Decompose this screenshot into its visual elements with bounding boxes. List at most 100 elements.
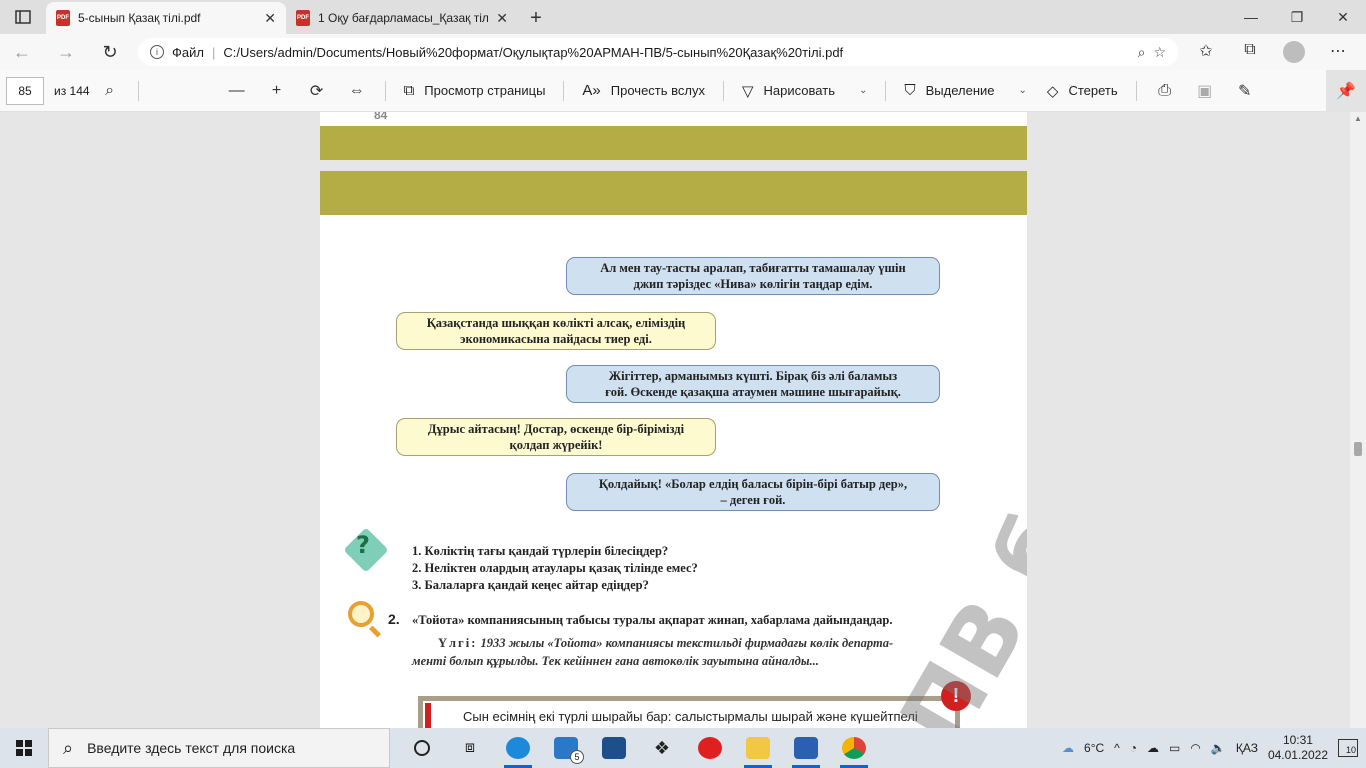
- zoom-out-icon[interactable]: —: [217, 82, 257, 100]
- print-icon[interactable]: ⎙: [1145, 82, 1185, 100]
- tab-pdf-kazakh[interactable]: PDF 5-сынып Қазақ тілі.pdf ✕: [46, 2, 286, 34]
- forward-button[interactable]: →: [44, 34, 88, 70]
- weather-icon[interactable]: ☁: [1062, 741, 1074, 755]
- pin-toolbar-button[interactable]: 📌: [1326, 69, 1366, 112]
- weather-temp[interactable]: 6°C: [1084, 741, 1104, 755]
- refresh-button[interactable]: ↻: [88, 34, 132, 70]
- rule-box: Сын есімнің екі түрлі шырайы бар: салыст…: [418, 696, 960, 728]
- read-aloud-button[interactable]: A» Прочесть вслух: [572, 82, 715, 99]
- notifications-icon[interactable]: 10: [1338, 739, 1358, 757]
- avatar: [1283, 41, 1305, 63]
- close-tab-icon[interactable]: ✕: [264, 10, 276, 27]
- highlight-button[interactable]: ⛉ Выделение ⌄: [894, 82, 1037, 99]
- pdf-file-icon: PDF: [296, 10, 310, 26]
- bubble-line: Дұрыс айтасың! Достар, өскенде бір-бірім…: [427, 422, 685, 436]
- search-placeholder: Введите здесь текст для поиска: [87, 740, 296, 756]
- edge-app-icon[interactable]: [494, 728, 542, 768]
- highlight-label: Выделение: [925, 83, 995, 98]
- current-page: Ал мен тау-тасты аралап, табиғатты тамаш…: [320, 171, 1027, 728]
- word-app-icon[interactable]: [782, 728, 830, 768]
- bitrix-app-icon[interactable]: [590, 728, 638, 768]
- erase-label: Стереть: [1068, 83, 1118, 98]
- vertical-scrollbar[interactable]: ▲: [1350, 112, 1366, 728]
- tab-title: 1 Оқу бағдарламасы_Қазақ тілі: [318, 11, 489, 25]
- tab-actions-button[interactable]: [0, 0, 46, 34]
- mail-badge: 5: [570, 750, 584, 764]
- bubble-line: джип тәріздес «Нива» көлігін таңдар едім…: [633, 277, 873, 291]
- language-indicator[interactable]: ҚАЗ: [1236, 741, 1258, 755]
- question-item: 3. Балаларға қандай кеңес айтар едіңдер?: [412, 578, 649, 592]
- page-view-icon: ⧉: [403, 82, 415, 99]
- file-explorer-icon[interactable]: [734, 728, 782, 768]
- fit-page-icon[interactable]: ⇔: [337, 82, 377, 100]
- bubble-line: Ал мен тау-тасты аралап, табиғатты тамаш…: [600, 261, 906, 275]
- questions-list: 1. Көліктің тағы қандай түрлерін білесің…: [412, 543, 698, 594]
- question-item: 1. Көліктің тағы қандай түрлерін білесің…: [412, 544, 669, 558]
- pdf-toolbar: 85 из 144 ⌕ — + ⟳ ⇔ ⧉ Просмотр страницы …: [0, 69, 1366, 112]
- sample-line: менті болып құрылды. Тек кейіннен ғана а…: [412, 654, 819, 668]
- arrow-right-icon: →: [57, 41, 75, 62]
- restore-icon[interactable]: ❐: [1274, 0, 1320, 34]
- page-band-notch: [937, 205, 1027, 215]
- close-tab-icon[interactable]: ✕: [496, 10, 508, 27]
- browser-titlebar: PDF 5-сынып Қазақ тілі.pdf ✕ PDF 1 Оқу б…: [0, 0, 1366, 34]
- volume-icon[interactable]: 🔈: [1211, 741, 1226, 755]
- scheme-label: Файл: [172, 44, 204, 60]
- dropbox-app-icon[interactable]: ❖: [638, 728, 686, 768]
- profile-button[interactable]: [1272, 41, 1316, 63]
- tab-actions-icon: [15, 10, 31, 24]
- save-icon[interactable]: ▣: [1185, 81, 1225, 101]
- task-number: 2.: [388, 611, 400, 627]
- pdf-viewer[interactable]: 84 Ал мен тау-тасты аралап, табиғатты та…: [0, 112, 1366, 728]
- zoom-icon[interactable]: ⌕: [1138, 44, 1146, 61]
- yandex-browser-icon[interactable]: [686, 728, 734, 768]
- tab-curriculum[interactable]: PDF 1 Оқу бағдарламасы_Қазақ тілі ✕: [286, 2, 518, 34]
- info-icon[interactable]: i: [150, 45, 164, 59]
- onedrive-icon[interactable]: ☁: [1147, 741, 1159, 755]
- rotate-icon[interactable]: ⟳: [297, 81, 337, 101]
- scroll-up-icon[interactable]: ▲: [1354, 114, 1362, 123]
- chevron-down-icon[interactable]: ⌄: [1019, 85, 1027, 96]
- scrollbar-thumb[interactable]: [1354, 442, 1362, 456]
- erase-button[interactable]: ◇ Стереть: [1037, 82, 1128, 100]
- save-as-icon[interactable]: ✎: [1225, 81, 1265, 101]
- network-icon[interactable]: ◔: [1130, 741, 1137, 755]
- refresh-icon: ↻: [102, 41, 118, 62]
- chevron-down-icon[interactable]: ⌄: [859, 85, 867, 96]
- back-button[interactable]: ←: [0, 34, 44, 70]
- close-window-icon[interactable]: ✕: [1320, 0, 1366, 34]
- divider: [384, 80, 386, 101]
- new-tab-button[interactable]: +: [518, 2, 554, 34]
- taskbar-search[interactable]: ⌕ Введите здесь текст для поиска: [48, 728, 390, 768]
- zoom-in-icon[interactable]: +: [257, 82, 297, 100]
- minimize-icon[interactable]: —: [1228, 0, 1274, 34]
- page-number-input[interactable]: 85: [6, 76, 44, 105]
- dialogue-bubble: Ал мен тау-тасты аралап, табиғатты тамаш…: [566, 257, 940, 295]
- highlighter-icon: ⛉: [904, 82, 916, 99]
- wifi-icon[interactable]: ◠: [1190, 741, 1200, 755]
- divider: [723, 80, 724, 101]
- collections-icon[interactable]: ⧉: [1228, 41, 1272, 63]
- chevron-up-icon[interactable]: ^: [1114, 741, 1120, 755]
- cortana-icon[interactable]: [398, 728, 446, 768]
- question-mark-icon: ?: [356, 531, 370, 559]
- draw-button[interactable]: ▽ Нарисовать ⌄: [732, 82, 877, 100]
- search-icon[interactable]: ⌕: [90, 82, 130, 100]
- clock[interactable]: 10:31 04.01.2022: [1268, 733, 1328, 763]
- date: 04.01.2022: [1267, 748, 1328, 762]
- chrome-app-icon[interactable]: [830, 728, 878, 768]
- system-tray: ☁ 6°C ^ ◔ ☁ ▭ ◠ 🔈 ҚАЗ 10:31 04.01.2022 1…: [1062, 733, 1366, 763]
- window-controls: — ❐ ✕: [1228, 0, 1366, 34]
- start-button[interactable]: [0, 740, 48, 756]
- add-favorite-icon[interactable]: ☆: [1153, 44, 1166, 61]
- url-field[interactable]: i Файл | C:/Users/admin/Documents/Новый%…: [138, 38, 1178, 66]
- page-band: [320, 126, 1027, 160]
- mail-app-icon[interactable]: 5: [542, 728, 590, 768]
- display-icon[interactable]: ▭: [1169, 741, 1180, 755]
- more-menu-icon[interactable]: ⋯: [1316, 41, 1360, 63]
- page-view-button[interactable]: ⧉ Просмотр страницы: [394, 82, 556, 99]
- search-icon: ⌕: [63, 737, 74, 758]
- task-view-icon[interactable]: ⧈: [446, 728, 494, 768]
- favorites-icon[interactable]: ✩: [1184, 41, 1228, 63]
- bubble-line: – деген ғой.: [720, 493, 786, 507]
